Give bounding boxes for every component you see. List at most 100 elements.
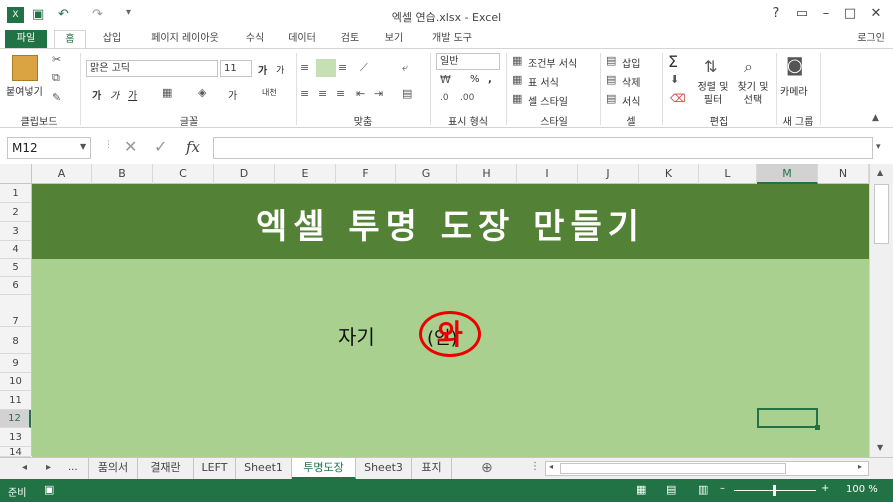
self-label-cell[interactable]: 자기 bbox=[338, 321, 375, 350]
align-left-icon[interactable]: ≡ bbox=[300, 87, 309, 100]
sheet-tab[interactable]: 결재란 bbox=[138, 458, 194, 479]
row-header[interactable]: 10 bbox=[0, 373, 31, 391]
row-header[interactable]: 13 bbox=[0, 428, 31, 447]
conditional-format-button[interactable]: 조건부 서식 bbox=[528, 55, 577, 70]
align-center-icon[interactable]: ≡ bbox=[318, 87, 327, 100]
column-header[interactable]: B bbox=[92, 164, 153, 184]
align-bottom-icon[interactable]: ≡ bbox=[338, 61, 347, 74]
column-header[interactable]: I bbox=[517, 164, 578, 184]
insert-function-button[interactable]: fx bbox=[186, 138, 200, 156]
copy-icon[interactable]: ⧉ bbox=[52, 71, 60, 85]
macro-record-icon[interactable]: ▣ bbox=[44, 483, 54, 496]
formula-input[interactable] bbox=[213, 137, 873, 159]
ribbon-display-button[interactable]: ▭ bbox=[792, 6, 812, 21]
clear-icon[interactable]: ⌫ bbox=[670, 92, 686, 105]
scroll-up-icon[interactable]: ▲ bbox=[877, 168, 883, 177]
maximize-button[interactable]: □ bbox=[840, 6, 860, 21]
scroll-right-icon[interactable]: ▸ bbox=[858, 462, 862, 471]
delete-cells-icon[interactable]: ▤ bbox=[606, 73, 616, 86]
zoom-out-button[interactable]: – bbox=[720, 483, 725, 494]
sheet-tab[interactable]: Sheet3 bbox=[356, 458, 412, 479]
border-icon[interactable]: ▦ bbox=[162, 86, 172, 99]
zoom-level[interactable]: 100 % bbox=[846, 484, 878, 495]
name-box-dropdown-icon[interactable]: ▼ bbox=[80, 142, 86, 151]
normal-view-icon[interactable]: ▦ bbox=[636, 483, 646, 496]
sort-filter-button[interactable]: 정렬 및 필터 bbox=[696, 81, 730, 107]
page-layout-view-icon[interactable]: ▤ bbox=[666, 483, 676, 496]
column-header[interactable]: K bbox=[639, 164, 699, 184]
phonetic-button[interactable]: 내천 bbox=[262, 87, 277, 98]
row-header[interactable]: 1 bbox=[0, 184, 31, 203]
cancel-entry-icon[interactable]: ✕ bbox=[124, 137, 137, 156]
row-header-selected[interactable]: 12 bbox=[0, 410, 31, 428]
binoculars-icon[interactable]: ⌕ bbox=[744, 57, 753, 77]
cut-icon[interactable]: ✂ bbox=[52, 53, 61, 66]
scroll-left-icon[interactable]: ◂ bbox=[549, 462, 553, 471]
tab-view[interactable]: 보기 bbox=[378, 30, 410, 48]
row-header[interactable]: 2 bbox=[0, 203, 31, 222]
column-header[interactable]: L bbox=[699, 164, 757, 184]
column-header[interactable]: E bbox=[275, 164, 336, 184]
font-name-select[interactable]: 맑은 고딕 bbox=[86, 60, 218, 77]
wrap-text-icon[interactable]: ⤶ bbox=[402, 61, 408, 75]
decrease-indent-icon[interactable]: ⇤ bbox=[356, 87, 365, 100]
horizontal-scroll-thumb[interactable] bbox=[560, 463, 786, 474]
horizontal-scrollbar[interactable]: ◂ ▸ bbox=[545, 461, 869, 476]
row-header[interactable]: 3 bbox=[0, 222, 31, 241]
sheet-tab[interactable]: 표지 bbox=[412, 458, 452, 479]
delete-cells-button[interactable]: 삭제 bbox=[622, 74, 640, 89]
format-painter-icon[interactable]: ✎ bbox=[52, 91, 61, 104]
select-all-corner[interactable] bbox=[0, 164, 32, 184]
autosum-button[interactable]: Σ bbox=[668, 52, 678, 71]
expand-formula-bar-icon[interactable]: ▾ bbox=[876, 142, 881, 152]
row-header[interactable]: 5 bbox=[0, 259, 31, 277]
vertical-scroll-thumb[interactable] bbox=[874, 184, 889, 244]
row-header[interactable]: 11 bbox=[0, 391, 31, 410]
zoom-in-button[interactable]: + bbox=[821, 483, 829, 494]
column-header[interactable]: F bbox=[336, 164, 396, 184]
align-right-icon[interactable]: ≡ bbox=[336, 87, 345, 100]
find-select-button[interactable]: 찾기 및 선택 bbox=[734, 81, 772, 107]
name-box[interactable]: M12 bbox=[7, 137, 91, 159]
fill-icon[interactable]: ⬇ bbox=[670, 73, 679, 86]
zoom-slider-thumb[interactable] bbox=[773, 485, 776, 496]
minimize-button[interactable]: – bbox=[816, 6, 836, 21]
more-sheets-button[interactable]: ... bbox=[68, 462, 78, 473]
format-cells-button[interactable]: 서식 bbox=[622, 93, 640, 108]
camera-icon[interactable]: ◙ bbox=[786, 55, 803, 76]
font-size-select[interactable]: 11 bbox=[220, 60, 252, 77]
sheet-tab-active[interactable]: 투명도장 bbox=[292, 458, 356, 479]
sheet-tab[interactable]: LEFT bbox=[194, 458, 236, 479]
close-button[interactable]: ✕ bbox=[866, 6, 886, 21]
camera-button[interactable]: 카메라 bbox=[780, 83, 808, 98]
tab-split-handle-icon[interactable]: ⋮ bbox=[530, 461, 540, 472]
new-sheet-button[interactable]: ⊕ bbox=[481, 460, 493, 476]
tab-developer[interactable]: 개발 도구 bbox=[424, 30, 480, 48]
tab-review[interactable]: 검토 bbox=[334, 30, 366, 48]
orientation-icon[interactable]: ⟋ bbox=[360, 61, 368, 75]
cell-styles-button[interactable]: 셀 스타일 bbox=[528, 93, 568, 108]
conditional-format-icon[interactable]: ▦ bbox=[512, 54, 522, 67]
format-cells-icon[interactable]: ▤ bbox=[606, 92, 616, 105]
paste-button[interactable]: 붙여넣기 bbox=[6, 83, 43, 98]
prev-sheet-icon[interactable]: ◂ bbox=[22, 462, 27, 473]
paste-icon[interactable] bbox=[12, 55, 38, 81]
vertical-scrollbar[interactable]: ▲ ▼ bbox=[869, 164, 893, 457]
column-header-selected[interactable]: M bbox=[757, 164, 818, 184]
scroll-down-icon[interactable]: ▼ bbox=[877, 443, 883, 452]
page-break-view-icon[interactable]: ▥ bbox=[698, 483, 708, 496]
decrease-decimal-icon[interactable]: .00 bbox=[460, 93, 474, 103]
number-format-select[interactable]: 일반 bbox=[436, 53, 500, 70]
insert-cells-icon[interactable]: ▤ bbox=[606, 54, 616, 67]
percent-button[interactable]: % bbox=[470, 74, 480, 85]
column-header[interactable]: H bbox=[457, 164, 517, 184]
sort-filter-icon[interactable]: ⇅ bbox=[704, 57, 717, 76]
help-button[interactable]: ? bbox=[766, 6, 786, 21]
sheet-tab[interactable]: 품의서 bbox=[88, 458, 138, 479]
increase-indent-icon[interactable]: ⇥ bbox=[374, 87, 383, 100]
underline-button[interactable]: 가 bbox=[128, 87, 137, 102]
column-header[interactable]: A bbox=[32, 164, 92, 184]
tab-file[interactable]: 파일 bbox=[5, 30, 47, 48]
next-sheet-icon[interactable]: ▸ bbox=[46, 462, 51, 473]
fill-handle[interactable] bbox=[815, 425, 820, 430]
